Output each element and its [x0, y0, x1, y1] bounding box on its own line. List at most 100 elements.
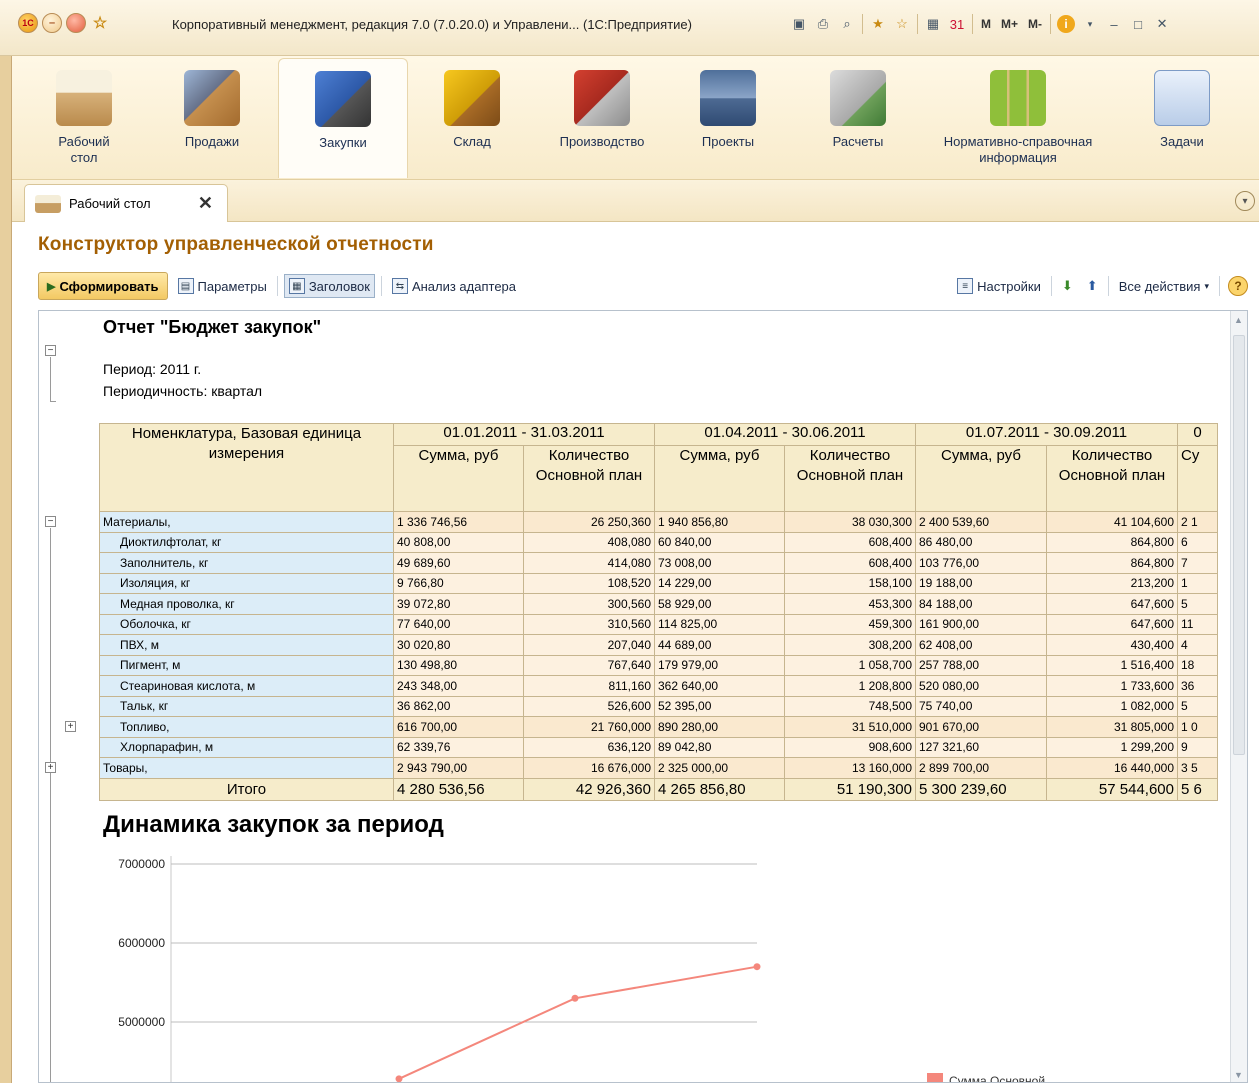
favorites-star-icon[interactable]: ☆ — [90, 13, 110, 33]
minimize-icon[interactable]: – — [1105, 15, 1123, 33]
save-icon[interactable]: ▣ — [790, 15, 808, 33]
cell-value: 36 — [1177, 675, 1218, 697]
section-tasks[interactable]: Задачи — [1132, 58, 1232, 178]
table-row[interactable]: Пигмент, м 130 498,80 767,640 179 979,00 1 0… — [99, 654, 1218, 676]
calendar-icon[interactable]: 31 — [948, 15, 966, 33]
info-icon[interactable]: i — [1057, 15, 1076, 33]
chart-title: Динамика закупок за период — [103, 811, 444, 838]
add-favorite-icon[interactable]: ★ — [869, 15, 887, 33]
memory-m-minus-button[interactable]: M- — [1026, 17, 1044, 31]
table-row[interactable]: Диоктилфтолат, кг 40 808,00 408,080 60 840,… — [99, 531, 1218, 553]
row-name: ПВХ, м — [99, 634, 394, 656]
scroll-thumb[interactable] — [1233, 335, 1245, 755]
cell-value: 75 740,00 — [915, 695, 1047, 717]
cell-value: 2 325 000,00 — [654, 757, 785, 779]
table-row[interactable]: Изоляция, кг 9 766,80 108,520 14 229,00 158,… — [99, 572, 1218, 594]
all-actions-menu[interactable]: Все действия ▾ — [1115, 274, 1213, 298]
toolbar-separator — [917, 14, 918, 34]
cell-value: 158,100 — [784, 572, 916, 594]
collapse-materials-icon[interactable]: − — [45, 516, 56, 527]
table-row[interactable]: ПВХ, м 30 020,80 207,040 44 689,00 308,200 62… — [99, 634, 1218, 656]
save-variant-icon[interactable]: ⬇ — [1058, 274, 1077, 298]
table-row[interactable]: Топливо, 616 700,00 21 760,000 890 280,00 31… — [99, 716, 1218, 738]
process-diagram-icon — [1154, 70, 1210, 126]
table-row[interactable]: Товары, 2 943 790,00 16 676,000 2 325 000,0… — [99, 757, 1218, 779]
column-header-qty: Количество Основной план — [1046, 445, 1178, 512]
cell-value: 811,160 — [523, 675, 655, 697]
row-name: Материалы, — [99, 511, 394, 533]
cell-value: 31 805,000 — [1046, 716, 1178, 738]
table-row[interactable]: Хлорпарафин, м 62 339,76 636,120 89 042,80 9… — [99, 736, 1218, 758]
tabs-menu-chevron-icon[interactable]: ▾ — [1235, 191, 1255, 211]
header-label: Заголовок — [308, 278, 370, 294]
expand-fuel-icon[interactable]: + — [65, 721, 76, 732]
calculator-icon[interactable]: ▦ — [924, 15, 942, 33]
expand-goods-icon[interactable]: + — [45, 762, 56, 773]
adapter-analysis-button[interactable]: ⇆ Анализ адаптера — [388, 274, 520, 298]
header-toggle-button[interactable]: ▦ Заголовок — [283, 274, 375, 298]
preview-icon[interactable]: ⌕ — [838, 15, 856, 33]
table-row[interactable]: Тальк, кг 36 862,00 526,600 52 395,00 748,50… — [99, 695, 1218, 717]
cell-value: 310,560 — [523, 613, 655, 635]
cell-value: 6 — [1177, 531, 1218, 553]
minimize-circle-icon[interactable]: – — [42, 13, 62, 33]
table-row[interactable]: Медная проволка, кг 39 072,80 300,560 58 92… — [99, 593, 1218, 615]
memory-m-plus-button[interactable]: M+ — [999, 17, 1020, 31]
tab-desktop[interactable]: Рабочий стол ✕ — [24, 184, 228, 222]
tab-label: Рабочий стол — [69, 196, 151, 211]
settings-button[interactable]: ≡ Настройки — [953, 274, 1045, 298]
load-variant-icon[interactable]: ⬆ — [1083, 274, 1102, 298]
table-row[interactable]: Материалы, 1 336 746,56 26 250,360 1 940 85… — [99, 511, 1218, 533]
data-point — [571, 994, 579, 1002]
section-sales[interactable]: Продажи — [162, 58, 262, 178]
cell-value: 636,120 — [523, 736, 655, 758]
cell-value: 130 498,80 — [393, 654, 524, 676]
desk-lamp-icon — [56, 70, 112, 126]
system-menu-icon[interactable] — [66, 13, 86, 33]
cell-value: 2 400 539,60 — [915, 511, 1047, 533]
scroll-up-icon[interactable]: ▲ — [1234, 315, 1243, 325]
close-tab-icon[interactable]: ✕ — [198, 193, 213, 214]
favorites-icon[interactable]: ☆ — [893, 15, 911, 33]
settings-label: Настройки — [977, 278, 1041, 294]
table-row[interactable]: Оболочка, кг 77 640,00 310,560 114 825,00 45… — [99, 613, 1218, 635]
parameters-button[interactable]: ▤ Параметры — [174, 274, 271, 298]
memory-m-button[interactable]: M — [979, 17, 993, 31]
generate-label: Сформировать — [59, 278, 159, 294]
cell-value: 3 5 — [1177, 757, 1218, 779]
section-purchases[interactable]: Закупки — [278, 58, 408, 178]
maximize-icon[interactable]: □ — [1129, 15, 1147, 33]
cell-value: 300,560 — [523, 593, 655, 615]
cell-value: 11 — [1177, 613, 1218, 635]
collapse-header-icon[interactable]: − — [45, 345, 56, 356]
gantt-chart-icon — [700, 70, 756, 126]
print-icon[interactable]: ⎙ — [814, 15, 832, 33]
help-icon[interactable]: ? — [1228, 276, 1248, 296]
row-name: Изоляция, кг — [99, 572, 394, 594]
cell-value: 62 339,76 — [393, 736, 524, 758]
generate-button[interactable]: ▶ Сформировать — [38, 272, 168, 300]
1c-logo-icon[interactable]: 1С — [18, 13, 38, 33]
report-document[interactable]: − Отчет "Бюджет закупок" Период: 2011 г.… — [38, 310, 1248, 1083]
adapter-label: Анализ адаптера — [411, 278, 517, 294]
cell-value: 864,800 — [1046, 531, 1178, 553]
section-projects[interactable]: Проекты — [678, 58, 778, 178]
section-warehouse[interactable]: Склад — [422, 58, 522, 178]
section-label: Нормативно-справочная информация — [943, 134, 1093, 165]
scroll-down-icon[interactable]: ▼ — [1234, 1070, 1243, 1080]
report-periodicity: Периодичность: квартал — [103, 383, 263, 399]
cell-value: 459,300 — [784, 613, 916, 635]
window-frame — [0, 0, 12, 1083]
section-production[interactable]: Производство — [542, 58, 662, 178]
section-reference-data[interactable]: Нормативно-справочная информация — [928, 58, 1108, 178]
section-settlements[interactable]: Расчеты — [808, 58, 908, 178]
table-row[interactable]: Заполнитель, кг 49 689,60 414,080 73 008,00… — [99, 552, 1218, 574]
vertical-scrollbar[interactable]: ▲ ▼ — [1230, 311, 1247, 1082]
cell-value: 1 940 856,80 — [654, 511, 785, 533]
dropdown-arrow-icon[interactable]: ▾ — [1081, 15, 1099, 33]
section-desktop[interactable]: Рабочий стол — [34, 58, 134, 178]
cell-value: 9 766,80 — [393, 572, 524, 594]
factory-icon — [574, 70, 630, 126]
table-row[interactable]: Стеариновая кислота, м 243 348,00 811,160 3… — [99, 675, 1218, 697]
close-window-icon[interactable]: ✕ — [1153, 15, 1171, 33]
